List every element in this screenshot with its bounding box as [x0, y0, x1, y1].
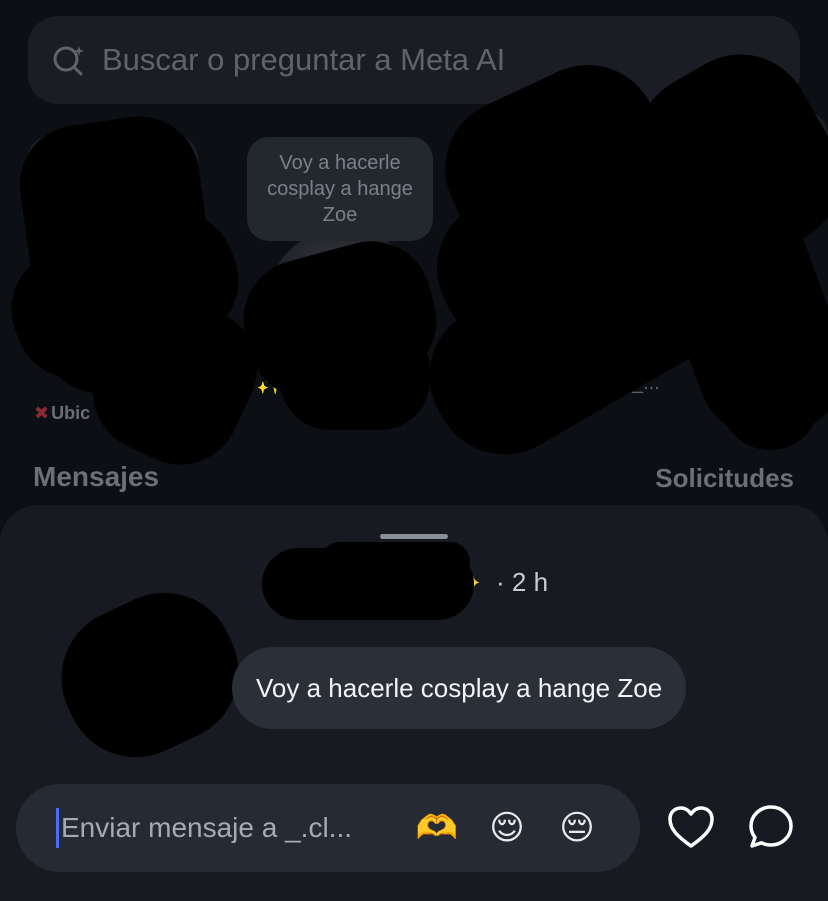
text-caret: [56, 808, 59, 848]
relieved-face-reaction-button[interactable]: 😌: [483, 808, 531, 848]
location-label: ✖ Ubic: [34, 403, 91, 423]
redaction-scribble: [320, 542, 470, 582]
redaction-scribble: [720, 320, 820, 450]
search-icon: [52, 43, 86, 77]
chat-bubble-icon: [747, 803, 795, 856]
like-button[interactable]: [666, 804, 716, 854]
reply-input[interactable]: Enviar mensaje a _.cl...: [61, 812, 391, 844]
sheet-drag-handle[interactable]: [380, 534, 448, 539]
search-placeholder: Buscar o preguntar a Meta AI: [102, 42, 506, 77]
location-off-icon: ✖: [34, 403, 50, 423]
friend-note-bubble[interactable]: Voy a hacerle cosplay a hange Zoe: [247, 137, 433, 241]
heart-hands-reaction-button[interactable]: 🫶: [413, 808, 461, 848]
redaction-scribble: [280, 320, 430, 430]
note-message-bubble: Voy a hacerle cosplay a hange Zoe: [232, 647, 687, 729]
reply-button[interactable]: [746, 804, 796, 854]
reply-composer[interactable]: Enviar mensaje a _.cl... 🫶 😌 😔: [16, 784, 640, 872]
messages-title: Mensajes: [33, 461, 160, 492]
requests-link[interactable]: Solicitudes: [655, 463, 794, 494]
note-time: · 2 h: [496, 567, 549, 597]
pensive-face-reaction-button[interactable]: 😔: [553, 808, 601, 848]
heart-icon: [667, 805, 715, 854]
